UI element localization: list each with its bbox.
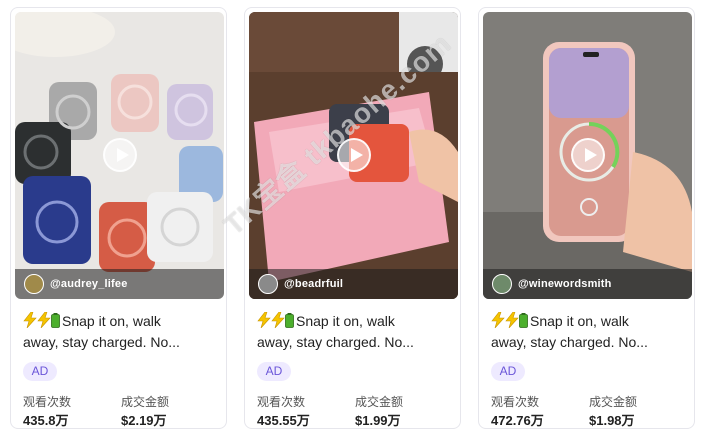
video-description[interactable]: Snap it on, walk away, stay charged. No.…	[23, 311, 219, 353]
gmv-value: $2.19万	[121, 413, 167, 428]
ad-badge: AD	[491, 362, 525, 381]
gmv-label: 成交金额	[589, 395, 638, 409]
video-thumbnail[interactable]: @winewordsmith	[483, 12, 692, 299]
gmv-value: $1.98万	[589, 413, 635, 428]
video-description[interactable]: Snap it on, walk away, stay charged. No.…	[257, 311, 453, 353]
play-icon[interactable]	[102, 137, 137, 172]
views-label: 观看次数	[23, 395, 72, 409]
video-thumbnail[interactable]: @beadrfuil	[249, 12, 458, 299]
lightning-icon	[505, 312, 519, 328]
creator-bar[interactable]: @audrey_lifee	[15, 269, 224, 299]
creator-bar[interactable]: @beadrfuil	[249, 269, 458, 299]
views-label: 观看次数	[257, 395, 306, 409]
views-label: 观看次数	[491, 395, 540, 409]
video-thumbnail[interactable]: @audrey_lifee	[15, 12, 224, 299]
description-line-1: Snap it on, walk	[530, 313, 629, 329]
gmv-label: 成交金额	[355, 395, 404, 409]
avatar[interactable]	[24, 274, 44, 294]
play-icon[interactable]	[570, 137, 605, 172]
battery-icon	[519, 313, 528, 328]
video-card-3[interactable]: @winewordsmith Snap it on, walk away, st…	[478, 7, 695, 429]
avatar[interactable]	[258, 274, 278, 294]
description-line-1: Snap it on, walk	[62, 313, 161, 329]
video-card-2[interactable]: @beadrfuil Snap it on, walk away, stay c…	[244, 7, 461, 429]
video-card-1[interactable]: @audrey_lifee Snap it on, walk away, sta…	[10, 7, 227, 429]
description-line-2: away, stay charged. No...	[491, 334, 648, 350]
description-line-1: Snap it on, walk	[296, 313, 395, 329]
play-icon[interactable]	[336, 137, 371, 172]
gmv-value: $1.99万	[355, 413, 401, 428]
lightning-icon	[257, 312, 271, 328]
lightning-icon	[491, 312, 505, 328]
views-value: 472.76万	[491, 413, 544, 428]
product-video-grid: @audrey_lifee Snap it on, walk away, sta…	[0, 0, 705, 435]
views-value: 435.55万	[257, 413, 310, 428]
battery-icon	[51, 313, 60, 328]
description-line-2: away, stay charged. No...	[23, 334, 180, 350]
battery-icon	[285, 313, 294, 328]
lightning-icon	[23, 312, 37, 328]
avatar[interactable]	[492, 274, 512, 294]
views-value: 435.8万	[23, 413, 69, 428]
creator-handle[interactable]: @winewordsmith	[518, 278, 612, 290]
lightning-icon	[271, 312, 285, 328]
creator-handle[interactable]: @audrey_lifee	[50, 278, 128, 290]
gmv-label: 成交金额	[121, 395, 170, 409]
lightning-icon	[37, 312, 51, 328]
creator-bar[interactable]: @winewordsmith	[483, 269, 692, 299]
creator-handle[interactable]: @beadrfuil	[284, 278, 343, 290]
video-description[interactable]: Snap it on, walk away, stay charged. No.…	[491, 311, 687, 353]
ad-badge: AD	[257, 362, 291, 381]
ad-badge: AD	[23, 362, 57, 381]
description-line-2: away, stay charged. No...	[257, 334, 414, 350]
